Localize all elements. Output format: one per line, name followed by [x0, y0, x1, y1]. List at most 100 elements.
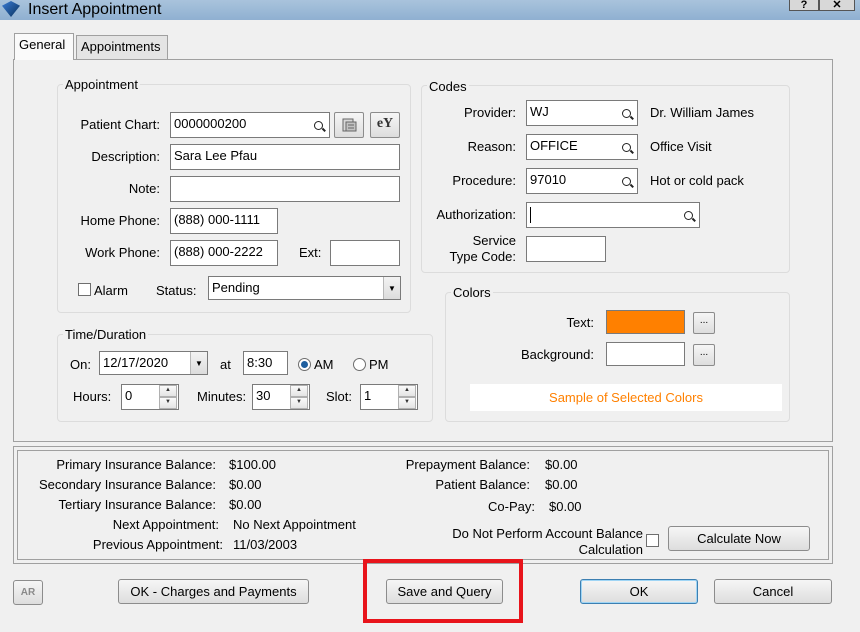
provider-value: WJ: [530, 104, 549, 119]
prepayment-balance-value: $0.00: [545, 457, 578, 472]
patient-record-icon[interactable]: [334, 112, 364, 138]
status-label: Status:: [156, 283, 197, 298]
service-type-label-line2: Type Code:: [449, 249, 517, 264]
calendar-dropdown-icon[interactable]: ▼: [190, 352, 207, 374]
no-calc-checkbox[interactable]: [646, 534, 659, 547]
primary-insurance-value: $100.00: [229, 457, 276, 472]
provider-input[interactable]: WJ: [526, 100, 638, 126]
secondary-insurance-value: $0.00: [229, 477, 262, 492]
ey-button[interactable]: eY: [370, 112, 400, 138]
calculate-now-button[interactable]: Calculate Now: [668, 526, 810, 551]
background-color-browse-button[interactable]: ...: [693, 344, 715, 366]
ok-charges-payments-button[interactable]: OK - Charges and Payments: [118, 579, 309, 604]
hours-down-arrow-icon[interactable]: ▼: [159, 397, 177, 409]
ok-button[interactable]: OK: [580, 579, 698, 604]
background-color-swatch[interactable]: [606, 342, 685, 366]
authorization-input[interactable]: [526, 202, 700, 228]
on-label: On:: [70, 357, 91, 372]
reason-value: OFFICE: [530, 138, 578, 153]
date-value: 12/17/2020: [103, 355, 169, 370]
work-phone-input[interactable]: (888) 000-2222: [170, 240, 278, 266]
ar-button[interactable]: AR: [13, 580, 43, 605]
minutes-label: Minutes:: [197, 389, 247, 404]
note-label: Note:: [128, 181, 160, 196]
minutes-value: 30: [256, 388, 271, 403]
reason-search-icon[interactable]: [616, 136, 636, 158]
chevron-down-icon[interactable]: ▼: [383, 277, 400, 299]
app-icon: [2, 1, 20, 17]
secondary-insurance-label: Secondary Insurance Balance:: [38, 477, 216, 492]
procedure-name: Hot or cold pack: [650, 173, 744, 188]
hours-label: Hours:: [73, 389, 112, 404]
authorization-label: Authorization:: [436, 207, 517, 222]
authorization-search-icon[interactable]: [678, 204, 698, 226]
window-title: Insert Appointment: [28, 1, 162, 18]
status-select[interactable]: Pending ▼: [208, 276, 401, 300]
tab-general[interactable]: General: [14, 33, 74, 60]
previous-appointment-value: 11/03/2003: [233, 537, 298, 552]
ext-input[interactable]: [330, 240, 400, 266]
codes-group-label: Codes: [427, 79, 469, 94]
description-input[interactable]: Sara Lee Pfau: [170, 144, 400, 170]
slot-label: Slot:: [326, 389, 353, 404]
slot-value: 1: [364, 388, 372, 403]
title-bar: Insert Appointment ? ✕: [0, 0, 860, 20]
minutes-down-arrow-icon[interactable]: ▼: [290, 397, 308, 409]
provider-label: Provider:: [463, 105, 516, 120]
procedure-label: Procedure:: [452, 173, 516, 188]
work-phone-label: Work Phone:: [85, 245, 160, 260]
pm-radio[interactable]: [353, 358, 366, 371]
tab-appointments[interactable]: Appointments: [76, 35, 168, 59]
next-appointment-value: No Next Appointment: [233, 517, 356, 532]
procedure-value: 97010: [530, 172, 567, 187]
provider-search-icon[interactable]: [616, 102, 636, 124]
service-type-input[interactable]: [526, 236, 606, 262]
close-button[interactable]: ✕: [819, 0, 855, 11]
copay-value: $0.00: [549, 499, 582, 514]
procedure-input[interactable]: 97010: [526, 168, 638, 194]
alarm-checkbox[interactable]: [78, 283, 91, 296]
minutes-up-arrow-icon[interactable]: ▲: [290, 385, 308, 397]
note-input[interactable]: [170, 176, 400, 202]
slot-down-arrow-icon[interactable]: ▼: [398, 397, 416, 409]
text-color-swatch[interactable]: [606, 310, 685, 334]
copay-label: Co-Pay:: [488, 499, 535, 514]
color-sample: Sample of Selected Colors: [470, 384, 782, 411]
tertiary-insurance-value: $0.00: [229, 497, 262, 512]
colors-group-label: Colors: [451, 285, 493, 300]
patient-balance-label: Patient Balance:: [435, 477, 530, 492]
time-input[interactable]: 8:30: [243, 351, 288, 375]
cancel-button[interactable]: Cancel: [714, 579, 832, 604]
slot-stepper[interactable]: 1 ▲ ▼: [360, 384, 418, 410]
patient-chart-input[interactable]: 0000000200: [170, 112, 330, 138]
home-phone-label: Home Phone:: [80, 213, 161, 228]
procedure-search-icon[interactable]: [616, 170, 636, 192]
date-picker[interactable]: 12/17/2020 ▼: [99, 351, 208, 375]
patient-chart-label: Patient Chart:: [80, 117, 161, 132]
hours-stepper[interactable]: 0 ▲ ▼: [121, 384, 179, 410]
pm-label: PM: [369, 357, 389, 372]
highlight-box: [363, 559, 523, 623]
previous-appointment-label: Previous Appointment:: [92, 537, 223, 552]
help-button[interactable]: ?: [789, 0, 819, 11]
alarm-label: Alarm: [94, 283, 128, 298]
minutes-stepper[interactable]: 30 ▲ ▼: [252, 384, 310, 410]
home-phone-input[interactable]: (888) 000-1111: [170, 208, 278, 234]
at-label: at: [220, 357, 231, 372]
hours-up-arrow-icon[interactable]: ▲: [159, 385, 177, 397]
tertiary-insurance-label: Tertiary Insurance Balance:: [58, 497, 216, 512]
text-color-browse-button[interactable]: ...: [693, 312, 715, 334]
reason-name: Office Visit: [650, 139, 712, 154]
slot-up-arrow-icon[interactable]: ▲: [398, 385, 416, 397]
am-radio[interactable]: [298, 358, 311, 371]
reason-label: Reason:: [467, 139, 516, 154]
background-color-label: Background:: [521, 347, 594, 362]
prepayment-balance-label: Prepayment Balance:: [405, 457, 530, 472]
no-calc-label-line1: Do Not Perform Account Balance: [452, 526, 643, 541]
reason-input[interactable]: OFFICE: [526, 134, 638, 160]
time-duration-group-label: Time/Duration: [63, 327, 149, 342]
patient-lookup-search-icon[interactable]: [308, 114, 328, 136]
status-value: Pending: [212, 280, 260, 295]
appointment-group-label: Appointment: [63, 77, 140, 92]
next-appointment-label: Next Appointment:: [112, 517, 219, 532]
